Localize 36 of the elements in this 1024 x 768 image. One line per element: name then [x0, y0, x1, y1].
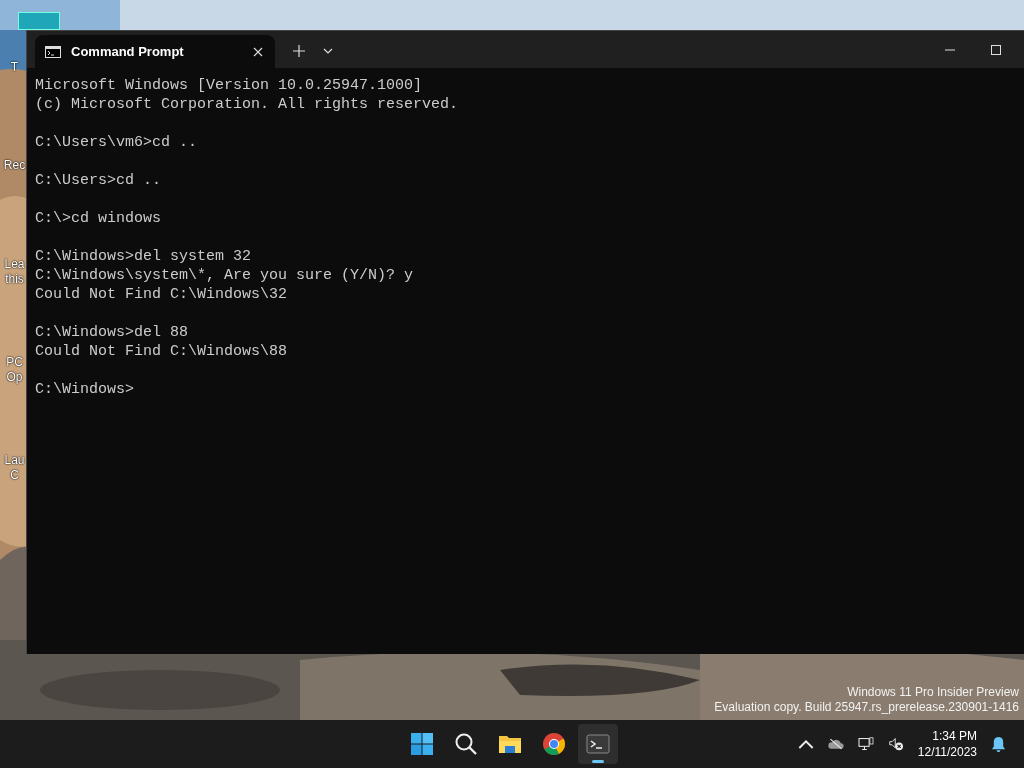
shortcut-label[interactable]: Op	[3, 370, 26, 385]
new-tab-icon[interactable]	[293, 45, 305, 57]
maximize-icon[interactable]	[991, 45, 1001, 55]
console-line: C:\Windows>	[35, 380, 136, 399]
shortcut-label[interactable]: C	[3, 468, 26, 483]
console-line: Could Not Find C:\Windows\88	[35, 342, 289, 361]
windows-logo-icon	[410, 732, 434, 756]
console-line: C:\Windows>del 88	[35, 323, 190, 342]
caret-icon[interactable]	[323, 48, 333, 54]
console-line: C:\Users\vm6>cd ..	[35, 133, 199, 152]
speaker-muted-icon[interactable]	[887, 737, 904, 751]
tab[interactable]: Command Prompt	[35, 35, 275, 68]
console-line: C:\Windows\system\*, Are you sure (Y/N)? y	[35, 266, 415, 285]
console-line: Could Not Find C:\Windows\32	[35, 285, 289, 304]
cloud-off-icon[interactable]	[827, 737, 844, 751]
console-icon	[45, 45, 61, 58]
shortcut-label[interactable]: PC	[3, 355, 26, 370]
network-icon[interactable]	[857, 737, 874, 751]
console-line: C:\>cd windows	[35, 209, 163, 228]
watermark-text: Windows 11 Pro Insider Preview	[846, 685, 1019, 700]
watermark-text: Evaluation copy. Build 25947.rs_prerelease.230901-1416	[714, 700, 1019, 715]
bell-icon[interactable]	[991, 735, 1006, 753]
terminal-button[interactable]	[578, 724, 618, 764]
search-icon	[454, 732, 478, 756]
terminal-icon	[586, 732, 610, 756]
console-line: (c) Microsoft Corporation. All rights reserved.	[35, 95, 460, 114]
shortcut-label[interactable]: this	[3, 272, 26, 287]
shortcut-label[interactable]: Rec	[3, 158, 26, 173]
close-icon[interactable]	[253, 46, 263, 57]
clock[interactable]: 1:34 PM 12/11/2023	[917, 728, 977, 760]
console-line: C:\Windows>del system 32	[35, 247, 253, 266]
console-line: C:\Users>cd ..	[35, 171, 163, 190]
shortcut-label[interactable]: Lea	[3, 257, 26, 272]
shortcut-label[interactable]: Lau	[3, 453, 26, 468]
console-line: Microsoft Windows [Version 10.0.25947.1000]	[35, 76, 424, 95]
browser-icon	[542, 732, 566, 756]
